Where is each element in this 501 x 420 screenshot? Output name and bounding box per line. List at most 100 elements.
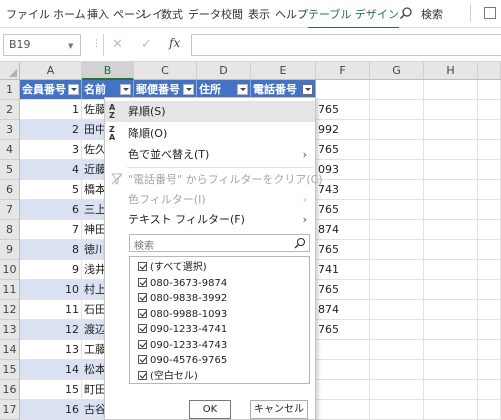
comments-icon[interactable] [484,7,496,19]
checkbox-checked-icon[interactable] [138,277,147,287]
phone-overflow-cell[interactable]: 743 [316,180,370,200]
checkbox-checked-icon[interactable] [138,324,147,333]
column-header[interactable]: C [134,62,197,80]
table-header-cell[interactable]: 会員番号 [20,80,82,100]
row-header[interactable]: 2 [0,100,20,120]
cell[interactable] [478,80,501,100]
cell[interactable] [478,400,501,420]
member-number-cell[interactable]: 10 [20,280,82,300]
filter-value-item[interactable]: (すべて選択) [138,261,207,275]
cell[interactable] [370,240,424,260]
select-all-button[interactable] [0,62,20,80]
phone-overflow-cell[interactable]: 765 [316,140,370,160]
checkbox-checked-icon[interactable] [138,355,147,364]
cell[interactable] [478,140,501,160]
member-number-cell[interactable]: 13 [20,340,82,360]
cell[interactable] [478,100,501,120]
phone-overflow-cell[interactable]: 765 [316,200,370,220]
checkbox-checked-icon[interactable] [138,293,147,302]
phone-overflow-cell[interactable]: 765 [316,320,370,340]
ribbon-tab[interactable]: ヘルプ [275,6,308,22]
ribbon-tab[interactable]: レイ [141,6,163,22]
phone-overflow-cell[interactable]: 765 [316,280,370,300]
cell[interactable] [478,300,501,320]
cell[interactable] [370,400,424,420]
cell[interactable] [478,360,501,380]
cell[interactable] [424,120,478,140]
member-number-cell[interactable]: 5 [20,180,82,200]
filter-dropdown-icon[interactable] [237,84,248,95]
cell[interactable] [478,120,501,140]
cell[interactable] [424,180,478,200]
phone-overflow-cell[interactable]: 874 [316,300,370,320]
column-header[interactable]: E [251,62,316,80]
row-header[interactable]: 10 [0,260,20,280]
column-header[interactable]: H [424,62,478,80]
member-number-cell[interactable]: 1 [20,100,82,120]
cell[interactable] [478,220,501,240]
row-header[interactable]: 9 [0,240,20,260]
member-number-cell[interactable]: 15 [20,380,82,400]
cell[interactable] [370,120,424,140]
filter-search-input[interactable]: 検索 [129,234,310,252]
sort-descending-item[interactable]: ZA 降順(O) [105,123,315,144]
column-header[interactable]: B [82,62,134,80]
ribbon-tab[interactable]: 挿入 [87,6,109,22]
row-header[interactable]: 1 [0,80,20,100]
column-header[interactable]: F [316,62,370,80]
cell[interactable] [370,360,424,380]
cell[interactable] [316,80,370,100]
checkbox-checked-icon[interactable] [138,308,147,318]
cell[interactable] [370,140,424,160]
cell[interactable] [424,260,478,280]
column-header[interactable]: A [20,62,82,80]
row-header[interactable]: 5 [0,160,20,180]
sort-by-color-item[interactable]: 色で並べ替え(T) › [105,144,315,165]
cell[interactable] [370,300,424,320]
checkbox-checked-icon[interactable] [138,370,147,380]
search-icon[interactable] [399,6,413,20]
cell[interactable] [370,80,424,100]
cell[interactable] [370,380,424,400]
filter-value-item[interactable]: 090-1233-4743 [138,339,227,353]
cell[interactable] [424,100,478,120]
ribbon-tab[interactable]: 表示 [248,6,270,22]
phone-overflow-cell[interactable]: 093 [316,160,370,180]
cell[interactable] [424,140,478,160]
member-number-cell[interactable]: 6 [20,200,82,220]
cell[interactable] [370,180,424,200]
ribbon-tab[interactable]: 数式 [161,6,183,22]
ribbon-tab[interactable]: ホーム [53,6,86,22]
phone-overflow-cell[interactable] [316,360,370,380]
member-number-cell[interactable]: 12 [20,320,82,340]
row-header[interactable]: 7 [0,200,20,220]
member-number-cell[interactable]: 16 [20,400,82,420]
cell[interactable] [424,320,478,340]
filter-value-item[interactable]: 080-9838-3992 [138,292,227,306]
name-box-dropdown-icon[interactable]: ▼ [68,42,73,50]
cell[interactable] [370,160,424,180]
text-filter-item[interactable]: テキスト フィルター(F) › [105,209,315,230]
member-number-cell[interactable]: 9 [20,260,82,280]
cancel-entry-icon[interactable]: ✕ [112,37,123,52]
ribbon-search-label[interactable]: 検索 [421,6,443,22]
phone-overflow-cell[interactable] [316,400,370,420]
cell[interactable] [478,340,501,360]
row-header[interactable]: 4 [0,140,20,160]
member-number-cell[interactable]: 8 [20,240,82,260]
phone-overflow-cell[interactable]: 765 [316,100,370,120]
cell[interactable] [424,80,478,100]
sort-ascending-item[interactable]: AZ 昇順(S) [105,101,315,122]
cell[interactable] [424,200,478,220]
ribbon-tab[interactable]: 校閲 [221,6,243,22]
row-header[interactable]: 3 [0,120,20,140]
cell[interactable] [424,340,478,360]
row-header[interactable]: 16 [0,380,20,400]
ribbon-tab[interactable]: テーブル デザイン [308,6,399,29]
cell[interactable] [370,280,424,300]
cell[interactable] [424,280,478,300]
filter-value-item[interactable]: 090-1233-4741 [138,323,227,337]
cell[interactable] [478,280,501,300]
checkbox-checked-icon[interactable] [138,339,147,349]
member-number-cell[interactable]: 14 [20,360,82,380]
